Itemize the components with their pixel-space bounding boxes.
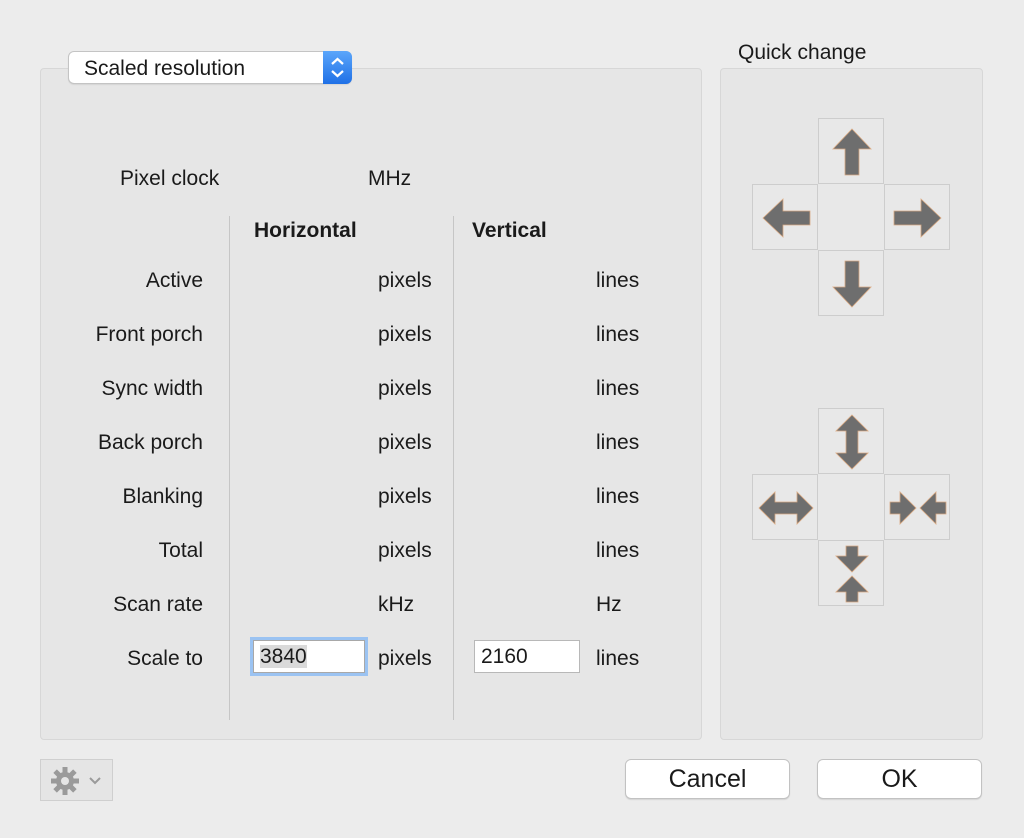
- arrow-right-icon: [893, 198, 942, 238]
- row-label: Sync width: [101, 377, 203, 400]
- shrink-vertical-button[interactable]: [818, 540, 884, 606]
- horizontal-unit: pixels: [378, 269, 432, 292]
- popup-chevrons-icon: [323, 51, 352, 84]
- vertical-unit: lines: [596, 485, 640, 508]
- column-divider: [453, 216, 454, 720]
- shrink-horizontal-icon: [889, 491, 947, 525]
- vertical-unit: lines: [596, 323, 640, 346]
- pixel-clock-label: Pixel clock: [120, 167, 220, 190]
- pixel-clock-unit: MHz: [368, 167, 412, 190]
- shrink-vertical-icon: [835, 545, 869, 603]
- row-label: Blanking: [122, 485, 203, 508]
- horizontal-unit: pixels: [378, 323, 432, 346]
- row-label: Scale to: [127, 647, 203, 670]
- horizontal-unit: pixels: [378, 377, 432, 400]
- resolution-mode-popup[interactable]: Scaled resolution: [68, 51, 352, 84]
- scale-to-vertical-value: 2160: [481, 645, 528, 668]
- horizontal-unit: pixels: [378, 539, 432, 562]
- settings-menu-button[interactable]: [40, 759, 113, 801]
- move-left-button[interactable]: [752, 184, 818, 250]
- horizontal-unit: kHz: [378, 593, 415, 616]
- vertical-header: Vertical: [472, 219, 547, 242]
- expand-vertical-icon: [835, 414, 869, 470]
- move-right-button[interactable]: [884, 184, 950, 250]
- cancel-button[interactable]: Cancel: [625, 759, 790, 799]
- quick-change-title: Quick change: [738, 41, 867, 64]
- expand-horizontal-button[interactable]: [752, 474, 818, 540]
- move-up-button[interactable]: [818, 118, 884, 184]
- row-label: Back porch: [97, 431, 203, 454]
- scale-to-horizontal-field[interactable]: 3840: [253, 640, 365, 673]
- arrow-up-icon: [832, 128, 872, 176]
- move-down-button[interactable]: [818, 250, 884, 316]
- horizontal-unit: pixels: [378, 431, 432, 454]
- row-label: Active: [145, 269, 203, 292]
- scale-to-vertical-field[interactable]: 2160: [474, 640, 580, 673]
- row-label: Front porch: [95, 323, 203, 346]
- horizontal-header: Horizontal: [254, 219, 357, 242]
- column-divider: [229, 216, 230, 720]
- vertical-unit: lines: [596, 539, 640, 562]
- resize-pad-center: [818, 474, 884, 540]
- move-pad-center: [818, 184, 884, 250]
- resolution-mode-label: Scaled resolution: [84, 57, 246, 80]
- horizontal-unit: pixels: [378, 647, 432, 670]
- expand-horizontal-icon: [758, 491, 814, 525]
- vertical-unit: Hz: [596, 593, 622, 616]
- row-label: Total: [158, 539, 203, 562]
- vertical-unit: lines: [596, 377, 640, 400]
- gear-icon: [51, 767, 101, 795]
- arrow-down-icon: [832, 260, 872, 308]
- vertical-unit: lines: [596, 431, 640, 454]
- shrink-horizontal-button[interactable]: [884, 474, 950, 540]
- horizontal-unit: pixels: [378, 485, 432, 508]
- vertical-unit: lines: [596, 269, 640, 292]
- vertical-unit: lines: [596, 647, 640, 670]
- expand-vertical-button[interactable]: [818, 408, 884, 474]
- ok-button[interactable]: OK: [817, 759, 982, 799]
- scale-to-horizontal-value: 3840: [260, 645, 307, 668]
- row-label: Scan rate: [113, 593, 203, 616]
- arrow-left-icon: [762, 198, 811, 238]
